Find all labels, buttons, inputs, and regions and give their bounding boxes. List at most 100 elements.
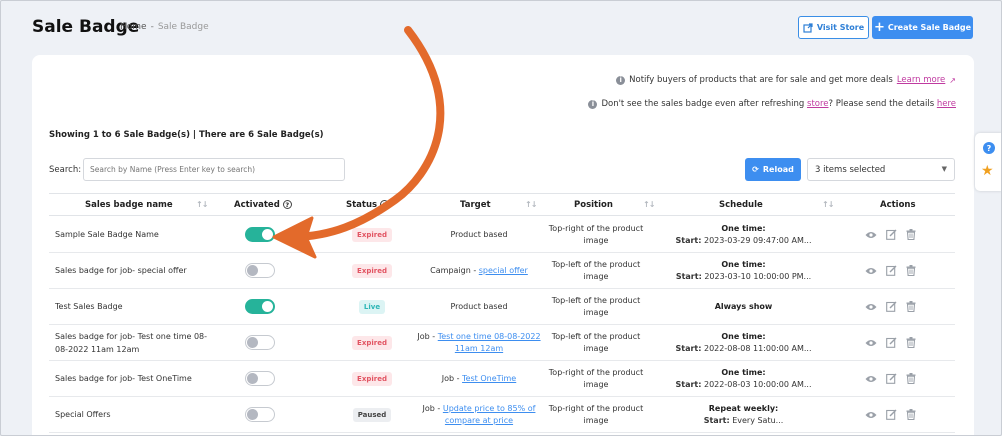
- trash-icon[interactable]: [905, 265, 917, 277]
- column-status-label: Status: [346, 199, 378, 210]
- target-link[interactable]: special offer: [479, 266, 528, 275]
- status-cell: Expired: [349, 361, 395, 396]
- table-header: Sales badge name ↑↓ Activated? Status? T…: [49, 193, 955, 216]
- activated-cell: [245, 361, 275, 396]
- status-badge: Expired: [352, 227, 392, 242]
- table-row: Test Sales Badge Live Product based Top-lef…: [49, 289, 955, 325]
- column-activated-label: Activated: [234, 199, 280, 210]
- view-icon[interactable]: [865, 265, 877, 277]
- badge-name: Sample Sale Badge Name: [55, 230, 159, 239]
- status-cell: Live: [349, 289, 395, 324]
- help-icon[interactable]: ?: [380, 200, 390, 209]
- activated-cell: [245, 253, 275, 288]
- actions-cell: [865, 325, 925, 360]
- schedule-cell: One time: Start: 2022-08-08 11:00:00 AM..…: [661, 325, 826, 360]
- view-icon[interactable]: [865, 373, 877, 385]
- target-text: Campaign - special offer: [430, 265, 528, 277]
- activated-toggle[interactable]: [245, 407, 275, 422]
- actions-cell: [865, 397, 925, 432]
- target-link[interactable]: Test OneTime: [462, 374, 516, 383]
- here-link[interactable]: here: [937, 99, 956, 109]
- trash-icon[interactable]: [905, 409, 917, 421]
- position-cell: Top-right of the product image: [548, 403, 644, 425]
- status-badge: Live: [358, 299, 386, 314]
- status-badge: Expired: [352, 335, 392, 350]
- target-link[interactable]: Update price to 85% of compare at price: [443, 404, 536, 425]
- edit-icon[interactable]: [885, 229, 897, 241]
- status-cell: Expired: [349, 253, 395, 288]
- schedule-start: Start: 2022-08-03 10:00:00 AM...: [675, 379, 811, 391]
- reload-button[interactable]: ⟳ Reload: [745, 158, 801, 181]
- trash-icon[interactable]: [905, 301, 917, 313]
- activated-cell: [245, 217, 275, 252]
- view-icon[interactable]: [865, 229, 877, 241]
- edit-icon[interactable]: [885, 373, 897, 385]
- view-icon[interactable]: [865, 409, 877, 421]
- activated-cell: [245, 397, 275, 432]
- activated-toggle[interactable]: [245, 335, 275, 350]
- schedule-start-value: Every Satu...: [732, 415, 784, 425]
- create-sale-badge-button[interactable]: + Create Sale Badge: [872, 16, 973, 39]
- activated-toggle[interactable]: [245, 227, 275, 242]
- store-link[interactable]: store: [807, 99, 829, 109]
- target-prefix: Campaign -: [430, 265, 479, 275]
- column-name[interactable]: Sales badge name: [85, 194, 173, 215]
- star-icon[interactable]: ★: [981, 163, 994, 179]
- sort-icon[interactable]: ↑↓: [822, 194, 834, 215]
- table-row: Sales badge for job- special offer Expire…: [49, 253, 955, 289]
- toggle-knob: [247, 409, 258, 420]
- target-text: Job - Test OneTime: [442, 373, 516, 385]
- column-schedule[interactable]: Schedule: [719, 194, 763, 215]
- target-cell: Product based: [415, 289, 543, 324]
- visit-store-button[interactable]: Visit Store: [798, 16, 869, 39]
- trash-icon[interactable]: [905, 229, 917, 241]
- items-select[interactable]: 3 items selected ▼: [807, 158, 955, 181]
- status-cell: Expired: [349, 325, 395, 360]
- sort-icon[interactable]: ↑↓: [525, 194, 537, 215]
- trash-icon[interactable]: [905, 373, 917, 385]
- notify-notice: i Notify buyers of products that are for…: [616, 75, 956, 85]
- edit-icon[interactable]: [885, 265, 897, 277]
- target-cell: Campaign - special offer: [415, 253, 543, 288]
- badge-name: Sales badge for job- Test OneTime: [55, 374, 192, 383]
- status-badge: Expired: [352, 371, 392, 386]
- table-row: Special Offers Paused Job - Update price t…: [49, 397, 955, 433]
- column-activated[interactable]: Activated?: [234, 194, 292, 215]
- sort-icon[interactable]: ↑↓: [196, 194, 208, 215]
- plus-icon: +: [873, 20, 885, 35]
- edit-icon[interactable]: [885, 301, 897, 313]
- showing-count: Showing 1 to 6 Sale Badge(s) | There are…: [49, 130, 324, 140]
- activated-toggle[interactable]: [245, 371, 275, 386]
- column-position[interactable]: Position: [574, 194, 613, 215]
- info-icon: i: [588, 99, 598, 109]
- schedule-start-value: 2022-08-03 10:00:00 AM...: [703, 379, 812, 389]
- help-icon[interactable]: ?: [282, 200, 292, 209]
- target-prefix: Product based: [450, 229, 508, 239]
- activated-toggle[interactable]: [245, 299, 275, 314]
- activated-toggle[interactable]: [245, 263, 275, 278]
- help-icon[interactable]: ?: [983, 142, 995, 154]
- status-badge: Paused: [352, 407, 392, 422]
- column-actions: Actions: [880, 199, 916, 210]
- search-input[interactable]: [83, 158, 345, 181]
- schedule-title: Always show: [714, 301, 773, 311]
- learn-more-link[interactable]: Learn more: [897, 75, 945, 85]
- status-cell: Paused: [349, 397, 395, 432]
- trash-icon[interactable]: [905, 337, 917, 349]
- edit-icon[interactable]: [885, 409, 897, 421]
- actions-cell: [865, 253, 925, 288]
- target-prefix: Job -: [441, 373, 463, 383]
- target-prefix: Product based: [450, 301, 508, 311]
- column-target[interactable]: Target: [460, 194, 491, 215]
- schedule-cell: One time: Start: 2023-03-29 09:47:00 AM..…: [661, 217, 826, 252]
- edit-icon[interactable]: [885, 337, 897, 349]
- sort-icon[interactable]: ↑↓: [643, 194, 655, 215]
- toggle-knob: [247, 337, 258, 348]
- toggle-knob: [247, 265, 258, 276]
- view-icon[interactable]: [865, 301, 877, 313]
- schedule-start: Start: Every Satu...: [704, 415, 784, 427]
- target-link[interactable]: Test one time 08-08-2022 11am 12am: [438, 332, 541, 353]
- breadcrumb-home[interactable]: Home: [120, 22, 147, 32]
- column-status[interactable]: Status?: [346, 194, 390, 215]
- view-icon[interactable]: [865, 337, 877, 349]
